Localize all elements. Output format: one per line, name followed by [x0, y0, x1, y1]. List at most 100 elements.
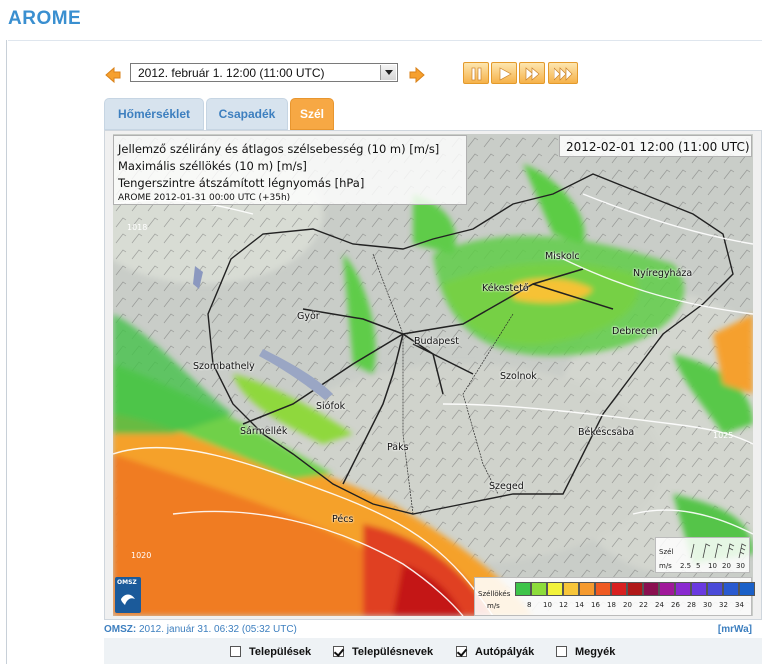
gust-scale-value: 12 — [559, 601, 568, 609]
city-label: Miskolc — [545, 251, 580, 262]
option-label: Települések — [249, 646, 312, 658]
gust-color-cell — [563, 582, 579, 596]
settlement-names-checkbox[interactable] — [333, 646, 344, 657]
gust-legend: Széllökés m/s 8 10 12 14 16 18 20 22 24 26 28 30 32 3… — [474, 577, 755, 616]
option-motorways[interactable]: Autópályák — [456, 646, 534, 658]
gust-scale-value: 24 — [655, 601, 664, 609]
gust-scale-value: 26 — [671, 601, 680, 609]
wind-legend-title: Szél — [659, 548, 674, 556]
gust-color-cell — [691, 582, 707, 596]
arrow-right-icon — [409, 66, 425, 84]
logo-text: OMSZ — [117, 579, 137, 586]
wind-legend: Szél m/s 2.5 5 10 20 30 — [655, 537, 750, 573]
option-counties[interactable]: Megyék — [556, 646, 615, 658]
city-label: Debrecen — [612, 326, 658, 337]
gust-color-cell — [675, 582, 691, 596]
city-label: Siófok — [316, 401, 346, 412]
gust-scale-value: 22 — [639, 601, 648, 609]
option-settlements[interactable]: Települések — [230, 646, 311, 658]
city-label: Szombathely — [193, 361, 255, 372]
previous-frame-button[interactable] — [104, 66, 122, 84]
city-label: Paks — [387, 442, 409, 453]
omsz-logo: OMSZ — [115, 577, 141, 613]
fastest-forward-button[interactable] — [548, 62, 578, 84]
source-time: 2012. január 31. 06:32 (05:32 UTC) — [139, 624, 297, 635]
page-title: AROME — [8, 8, 82, 29]
fast-forward-button[interactable] — [519, 62, 545, 84]
wind-legend-value: 2.5 — [680, 562, 692, 570]
gust-color-cell — [659, 582, 675, 596]
city-label: Szeged — [489, 481, 524, 492]
city-label: Szolnok — [500, 371, 537, 382]
wind-barbs-icon — [690, 543, 747, 559]
isobar-label-1018: 1018 — [127, 223, 147, 232]
gust-scale-value: 28 — [687, 601, 696, 609]
motorways-checkbox[interactable] — [456, 646, 467, 657]
credit-link[interactable]: [mrWa] — [718, 624, 752, 635]
info-line-gust: Maximális széllökés (10 m) [m/s] — [118, 159, 307, 173]
tab-wind[interactable]: Szél — [290, 98, 334, 130]
counties-checkbox[interactable] — [556, 646, 567, 657]
gust-scale-value: 30 — [703, 601, 712, 609]
gust-scale-value: 32 — [719, 601, 728, 609]
wind-legend-value: 20 — [722, 562, 731, 570]
gust-scale-value: 20 — [623, 601, 632, 609]
gust-color-cell — [723, 582, 739, 596]
city-label: Sármellék — [240, 426, 288, 437]
info-line-wind: Jellemző szélirány és átlagos szélsebess… — [118, 142, 440, 156]
play-button[interactable] — [491, 62, 517, 84]
isobar-label-1025: 1025 — [713, 431, 733, 440]
source-info: OMSZ: 2012. január 31. 06:32 (05:32 UTC) — [104, 624, 297, 635]
wind-legend-unit: m/s — [659, 562, 672, 570]
gust-color-cell — [643, 582, 659, 596]
gust-color-cell — [611, 582, 627, 596]
tab-precipitation[interactable]: Csapadék — [206, 98, 288, 130]
city-label: Győr — [297, 311, 320, 322]
gust-color-cell — [739, 582, 755, 596]
gust-color-cell — [531, 582, 547, 596]
left-border — [6, 40, 7, 664]
date-select[interactable]: 2012. február 1. 12:00 (11:00 UTC) — [130, 63, 398, 82]
city-label: Pécs — [332, 514, 354, 525]
gust-legend-unit: m/s — [487, 602, 500, 610]
gust-scale-value: 16 — [591, 601, 600, 609]
gust-scale-value: 34 — [735, 601, 744, 609]
settlements-checkbox[interactable] — [230, 646, 241, 657]
gust-color-cell — [595, 582, 611, 596]
option-label: Településnevek — [352, 646, 434, 658]
gust-color-cell — [515, 582, 531, 596]
gust-scale-value: 10 — [543, 601, 552, 609]
wind-legend-value: 5 — [696, 562, 701, 570]
city-label: Budapest — [414, 336, 459, 347]
gust-legend-title: Széllökés — [478, 590, 511, 598]
arrow-left-icon — [105, 66, 121, 84]
pause-button[interactable] — [463, 62, 489, 84]
option-settlement-names[interactable]: Településnevek — [333, 646, 433, 658]
valid-time-box: 2012-02-01 12:00 (11:00 UTC) — [559, 135, 752, 157]
gust-scale-value: 14 — [575, 601, 584, 609]
gust-scale-value: 18 — [607, 601, 616, 609]
fastest-forward-icon — [554, 67, 573, 81]
chevron-down-icon[interactable] — [380, 65, 396, 80]
city-label: Nyíregyháza — [633, 268, 693, 279]
option-label: Autópályák — [475, 646, 535, 658]
wave-logo-icon — [121, 594, 135, 605]
next-frame-button[interactable] — [408, 66, 426, 84]
map-info-box: Jellemző szélirány és átlagos szélsebess… — [113, 135, 467, 205]
wind-legend-value: 30 — [736, 562, 745, 570]
date-select-value: 2012. február 1. 12:00 (11:00 UTC) — [138, 66, 325, 80]
isobar-label-1020: 1020 — [131, 551, 151, 560]
gust-color-cell — [579, 582, 595, 596]
source-label: OMSZ: — [104, 624, 137, 635]
gust-color-cell — [707, 582, 723, 596]
gust-color-cell — [627, 582, 643, 596]
wind-legend-value: 10 — [708, 562, 717, 570]
fast-forward-icon — [525, 67, 540, 81]
city-label: Békéscsaba — [578, 427, 635, 438]
header-divider — [8, 40, 762, 41]
option-label: Megyék — [575, 646, 616, 658]
tab-temperature[interactable]: Hőmérséklet — [104, 98, 204, 130]
city-label: Kékestető — [482, 283, 529, 294]
gust-scale-value: 8 — [527, 601, 532, 609]
pause-icon — [471, 67, 482, 81]
